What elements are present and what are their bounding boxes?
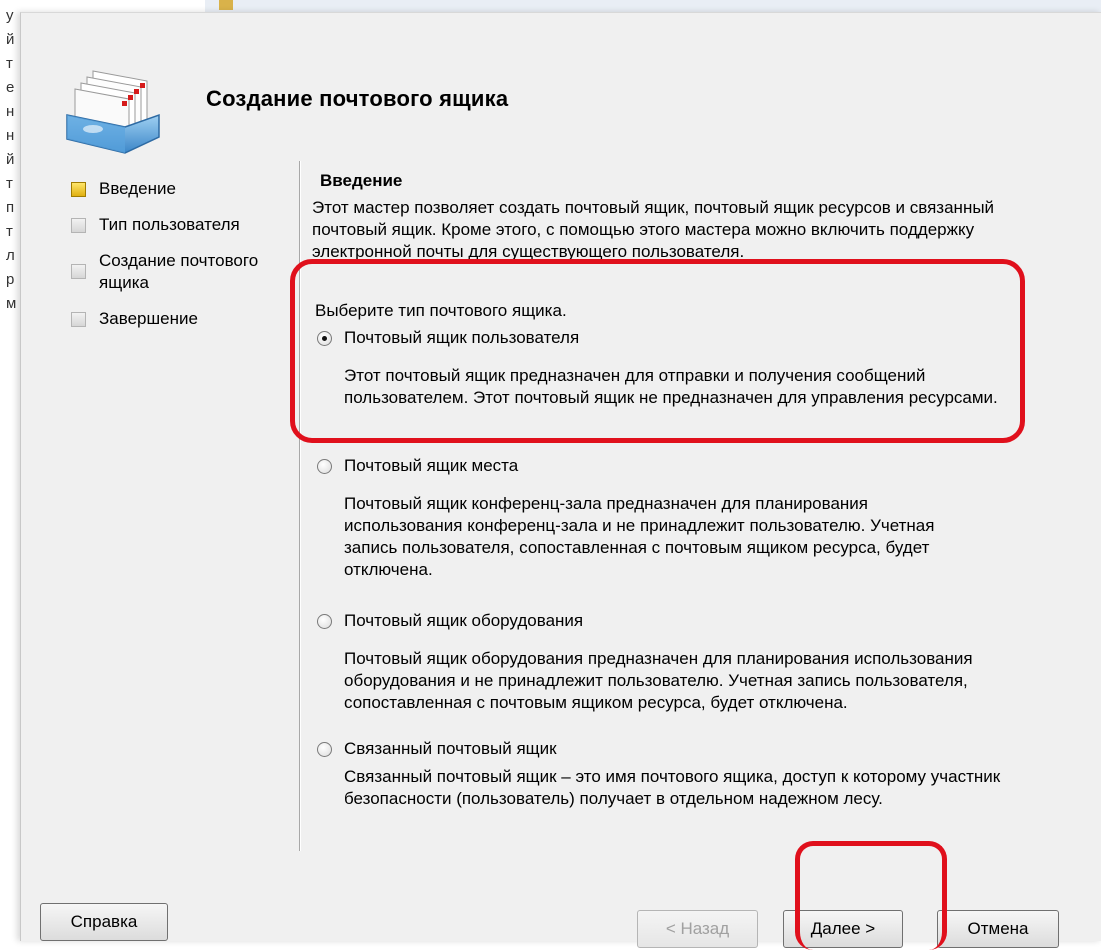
user-mailbox-radio[interactable] (317, 331, 332, 346)
background-list-item: р (6, 271, 15, 288)
background-list-item: е (6, 79, 15, 96)
linked-mailbox-radio[interactable] (317, 742, 332, 757)
background-list-item: й (6, 151, 15, 168)
option-label[interactable]: Почтовый ящик оборудования (344, 611, 583, 631)
background-list-item: п (6, 199, 15, 216)
background-list-item: т (6, 175, 13, 192)
step-label: Введение (99, 179, 176, 198)
step-introduction: Введение (69, 178, 289, 200)
intro-text: Этот мастер позволяет создать почтовый я… (312, 198, 995, 261)
background-list-item: н (6, 127, 15, 144)
background-list-item: у (6, 7, 14, 24)
folder-icon (219, 0, 233, 10)
option-label[interactable]: Почтовый ящик пользователя (344, 328, 579, 348)
step-pending-icon (71, 218, 86, 233)
step-completion: Завершение (69, 308, 289, 330)
mailbox-icon (66, 70, 160, 154)
background-list-item: т (6, 55, 13, 72)
back-button[interactable]: < Назад (637, 910, 758, 948)
option-description: Связанный почтовый ящик – это имя почтов… (344, 767, 1001, 808)
next-button[interactable]: Далее > (783, 910, 903, 948)
wizard-title: Создание почтового ящика (206, 86, 509, 111)
new-mailbox-wizard: Создание почтового ящика Введение Тип по… (20, 12, 1101, 941)
wizard-steps: Введение Тип пользователя Создание почто… (69, 178, 289, 344)
step-label: Завершение (99, 309, 198, 328)
equipment-mailbox-radio[interactable] (317, 614, 332, 629)
vertical-divider (299, 161, 301, 851)
background-list-item: л (6, 247, 15, 264)
background-list: у й т е н н й т п т л р м (6, 4, 20, 316)
background-list-item: н (6, 103, 15, 120)
option-description: Почтовый ящик конференц-зала предназначе… (344, 494, 935, 579)
section-title: Введение (320, 171, 403, 190)
option-label[interactable]: Связанный почтовый ящик (344, 739, 557, 759)
help-button[interactable]: Справка (40, 903, 168, 941)
option-label[interactable]: Почтовый ящик места (344, 456, 518, 476)
room-mailbox-radio[interactable] (317, 459, 332, 474)
wizard-content: Введение Этот мастер позволяет создать п… (312, 171, 1072, 808)
step-active-icon (71, 182, 86, 197)
step-user-type: Тип пользователя (69, 214, 289, 236)
background-list-item: т (6, 223, 13, 240)
option-description: Этот почтовый ящик предназначен для отпр… (344, 366, 998, 407)
step-pending-icon (71, 264, 86, 279)
step-create-mailbox: Создание почтового ящика (69, 250, 289, 294)
step-label: Создание почтового ящика (99, 251, 259, 292)
background-list-item: й (6, 31, 15, 48)
cancel-button[interactable]: Отмена (937, 910, 1059, 948)
option-description: Почтовый ящик оборудования предназначен … (344, 649, 973, 712)
step-label: Тип пользователя (99, 215, 240, 234)
background-list-item: м (6, 295, 17, 312)
mailbox-type-label: Выберите тип почтового ящика. (315, 301, 567, 320)
step-pending-icon (71, 312, 86, 327)
